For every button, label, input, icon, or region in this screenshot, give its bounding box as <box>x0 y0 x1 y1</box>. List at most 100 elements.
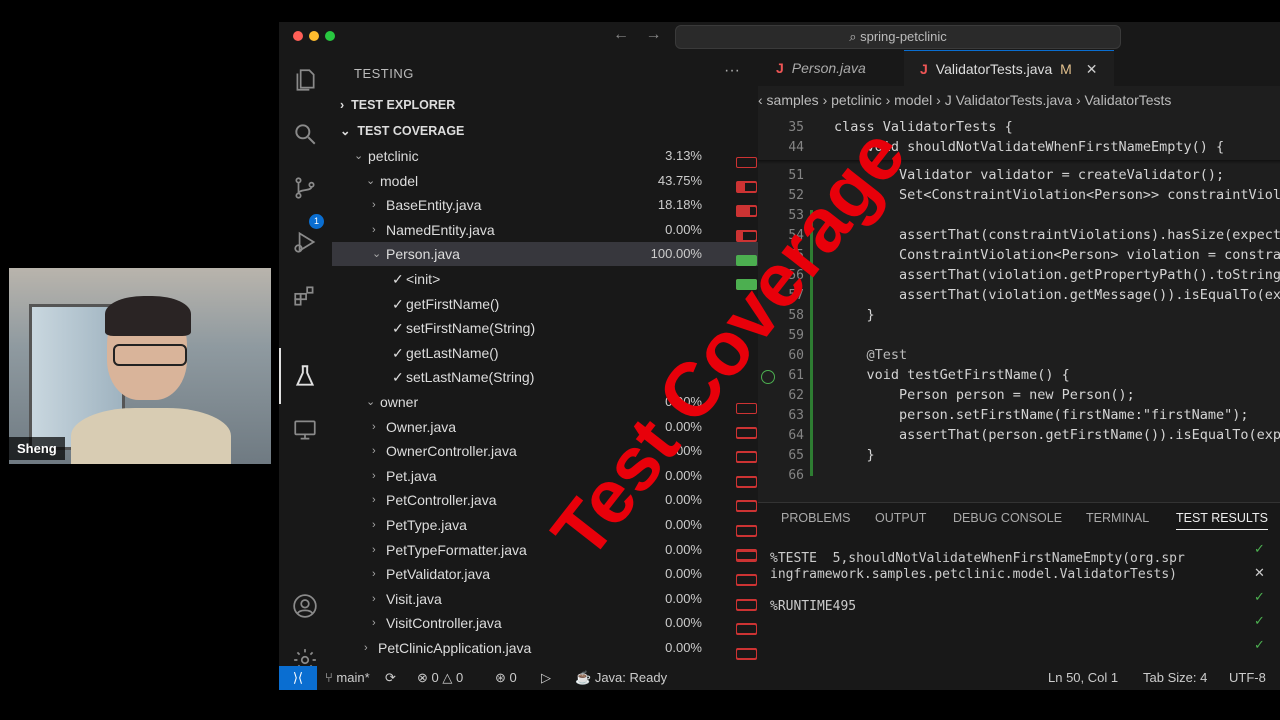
chevron-right-icon[interactable]: › <box>372 464 376 488</box>
ports-indicator[interactable]: ⊛ 0 <box>495 666 517 690</box>
code-line[interactable]: Set<ConstraintViolation<Person>> constra… <box>834 187 1280 203</box>
code-line[interactable]: class ValidatorTests { <box>834 119 1013 135</box>
coverage-row[interactable]: ⌄ Person.java 100.00% <box>332 242 758 291</box>
test-explorer-section[interactable]: › TEST EXPLORER <box>340 98 455 112</box>
tab-size[interactable]: Tab Size: 4 <box>1143 666 1207 690</box>
chevron-right-icon[interactable]: › <box>364 636 368 660</box>
remote-indicator-icon[interactable]: ⟩⟨ <box>279 666 317 690</box>
minimize-window-button[interactable] <box>309 31 319 41</box>
explorer-files-icon[interactable] <box>291 66 319 94</box>
chevron-right-icon[interactable]: › <box>372 488 376 512</box>
code-line[interactable]: ConstraintViolation<Person> violation = … <box>834 247 1280 263</box>
coverage-row[interactable]: › PetClinicApplication.java 0.00% <box>332 636 758 684</box>
coverage-row[interactable]: › OwnerController.java 0.00% <box>332 439 758 512</box>
testing-flask-icon[interactable] <box>291 362 319 390</box>
sync-icon[interactable]: ⟳ <box>385 666 396 690</box>
code-line[interactable]: Validator validator = createValidator(); <box>834 167 1224 183</box>
problems-indicator[interactable]: ⊗ 0 △ 0 <box>417 666 463 690</box>
coverage-row[interactable]: ⌄ petclinic 3.13% <box>332 144 758 216</box>
chevron-right-icon: › <box>340 98 352 112</box>
chevron-right-icon[interactable]: › <box>372 587 376 611</box>
coverage-percent: 0.00% <box>665 640 702 655</box>
coverage-row[interactable]: › PetTypeFormatter.java 0.00% <box>332 538 758 610</box>
tab-person-java[interactable]: J Person.java <box>772 50 896 86</box>
back-arrow-icon[interactable]: ← <box>613 26 629 43</box>
bottom-panel: PROBLEMS OUTPUT DEBUG CONSOLE TERMINAL T… <box>758 502 1280 667</box>
tab-output[interactable]: OUTPUT <box>875 511 926 525</box>
java-status[interactable]: ☕ Java: Ready <box>575 666 667 690</box>
run-debug-icon[interactable] <box>291 228 319 256</box>
coverage-row[interactable]: ✓ getFirstName() <box>332 292 758 316</box>
close-window-button[interactable] <box>293 31 303 41</box>
code-line[interactable]: assertThat(violation.getMessage()).isEqu… <box>834 287 1280 303</box>
coverage-row[interactable]: › PetType.java 0.00% <box>332 513 758 585</box>
coverage-row[interactable]: ⌄ owner 0.00% <box>332 390 758 462</box>
chevron-right-icon[interactable]: › <box>372 218 376 242</box>
code-line[interactable]: assertThat(constraintViolations).hasSize… <box>834 227 1280 243</box>
chevron-down-icon[interactable]: ⌄ <box>366 169 375 193</box>
chevron-right-icon[interactable]: › <box>372 611 376 635</box>
coverage-bar <box>736 526 757 537</box>
covered-check-icon: ✓ <box>392 369 404 386</box>
chevron-down-icon[interactable]: ⌄ <box>354 144 363 168</box>
maximize-window-button[interactable] <box>325 31 335 41</box>
chevron-down-icon[interactable]: ⌄ <box>366 390 375 414</box>
forward-arrow-icon[interactable]: → <box>645 26 661 43</box>
coverage-row[interactable]: › NamedEntity.java 0.00% <box>332 218 758 290</box>
code-line[interactable]: void shouldNotValidateWhenFirstNameEmpty… <box>834 139 1225 155</box>
editor-tabs: J Person.java J ValidatorTests.java M ✕ <box>758 50 1280 87</box>
coverage-row[interactable]: › Owner.java 0.00% <box>332 415 758 487</box>
code-line[interactable]: void testGetFirstName() { <box>834 367 1070 383</box>
tab-terminal[interactable]: TERMINAL <box>1086 511 1149 525</box>
chevron-right-icon[interactable]: › <box>372 193 376 217</box>
chevron-right-icon[interactable]: › <box>372 513 376 537</box>
coverage-row[interactable]: ✓ getLastName() <box>332 341 758 365</box>
tab-validatortests-java[interactable]: J ValidatorTests.java M ✕ <box>904 50 1114 87</box>
coverage-row[interactable]: › PetController.java 0.00% <box>332 488 758 561</box>
chevron-right-icon[interactable]: › <box>372 538 376 562</box>
account-icon[interactable] <box>291 592 319 620</box>
code-line[interactable]: @Test <box>834 347 908 363</box>
chevron-right-icon[interactable]: › <box>372 439 376 463</box>
more-actions-icon[interactable]: ··· <box>724 62 740 80</box>
coverage-row[interactable]: › Visit.java 0.00% <box>332 587 758 659</box>
chevron-right-icon[interactable]: › <box>372 562 376 586</box>
source-control-icon[interactable] <box>291 174 319 202</box>
code-editor[interactable]: 35 class ValidatorTests {44 void shouldNo… <box>758 116 1280 494</box>
search-label: spring-petclinic <box>860 29 947 44</box>
vscode-window: ← → ⌕ spring-petclinic 1 TESTING ··· › T… <box>279 22 1280 690</box>
code-line[interactable]: assertThat(violation.getPropertyPath().t… <box>834 267 1280 283</box>
branch-indicator[interactable]: ⑂ main* <box>325 666 370 690</box>
coverage-percent: 0.00% <box>665 615 702 631</box>
command-center-search[interactable]: ⌕ spring-petclinic <box>675 25 1121 49</box>
coverage-row[interactable]: › VisitController.java 0.00% <box>332 611 758 684</box>
remote-explorer-icon[interactable] <box>291 416 319 444</box>
search-icon[interactable] <box>291 120 319 148</box>
coverage-row[interactable]: ✓ <init> <box>332 267 758 291</box>
line-number: 54 <box>788 228 804 243</box>
code-line[interactable]: person.setFirstName(firstName:"firstName… <box>834 407 1249 423</box>
coverage-row[interactable]: ✓ setLastName(String) <box>332 365 758 389</box>
coverage-row[interactable]: ✓ setFirstName(String) <box>332 316 758 340</box>
run-icon[interactable]: ▷ <box>541 666 551 690</box>
chevron-down-icon[interactable]: ⌄ <box>372 242 381 266</box>
test-passed-icon[interactable] <box>761 370 775 384</box>
tab-problems[interactable]: PROBLEMS <box>781 511 850 525</box>
coverage-row[interactable]: › Pet.java 0.00% <box>332 464 758 536</box>
extensions-icon[interactable] <box>291 282 319 310</box>
breadcrumb[interactable]: ‹ samples › petclinic › model › J Valida… <box>758 92 1280 108</box>
tab-debug-console[interactable]: DEBUG CONSOLE <box>953 511 1062 525</box>
code-line[interactable]: } <box>834 447 875 463</box>
close-tab-icon[interactable]: ✕ <box>1086 61 1098 77</box>
chevron-right-icon[interactable]: › <box>372 415 376 439</box>
test-coverage-section[interactable]: ⌄ TEST COVERAGE <box>340 123 464 138</box>
coverage-row[interactable]: › BaseEntity.java 18.18% <box>332 193 758 266</box>
code-line[interactable]: Person person = new Person(); <box>834 387 1135 403</box>
code-line[interactable]: assertThat(person.getFirstName()).isEqua… <box>834 427 1280 443</box>
code-line[interactable]: } <box>834 307 875 323</box>
cursor-position[interactable]: Ln 50, Col 1 <box>1048 666 1118 690</box>
tab-test-results[interactable]: TEST RESULTS <box>1176 511 1268 530</box>
coverage-row[interactable]: ⌄ model 43.75% <box>332 169 758 241</box>
encoding[interactable]: UTF-8 <box>1229 666 1266 690</box>
coverage-row[interactable]: › PetValidator.java 0.00% <box>332 562 758 635</box>
